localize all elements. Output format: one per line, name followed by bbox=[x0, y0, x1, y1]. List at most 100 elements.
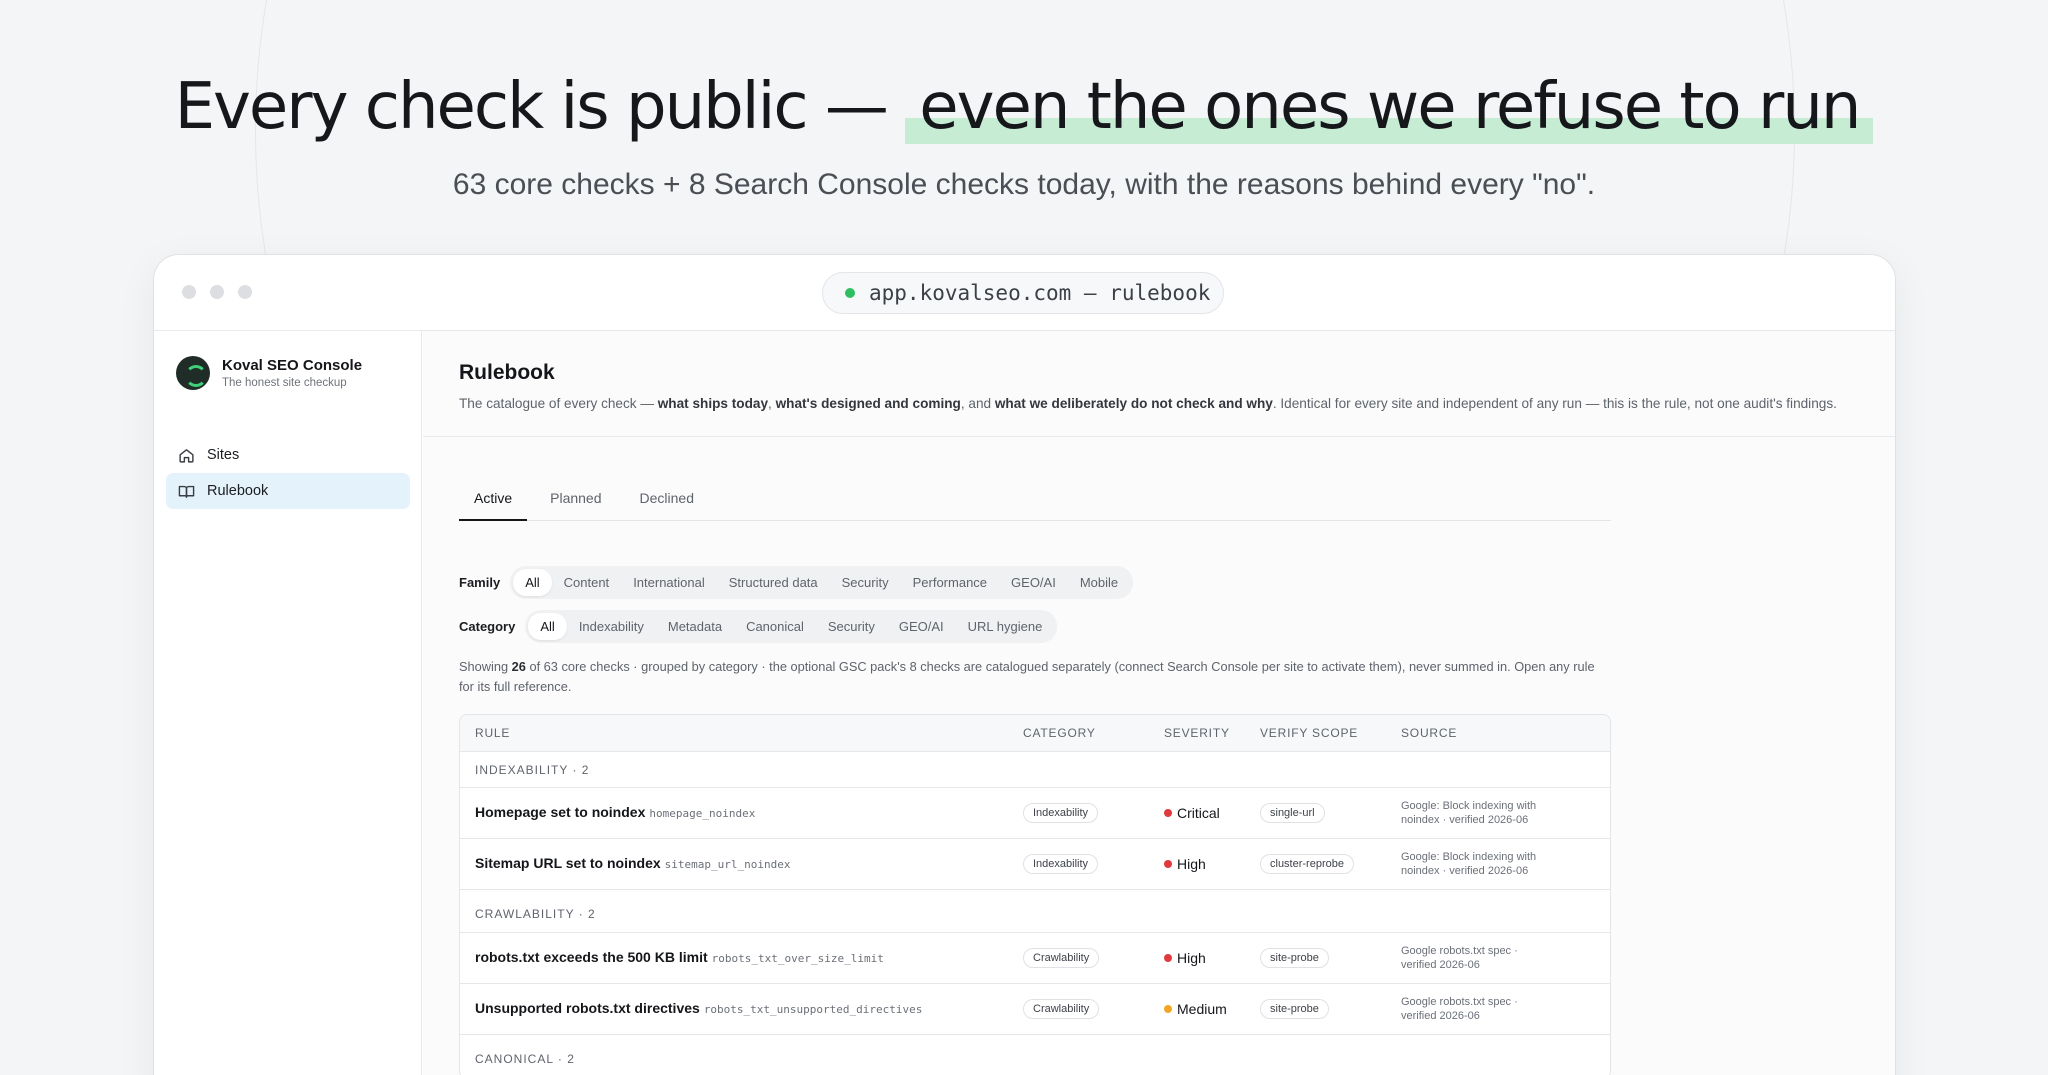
severity-label: Critical bbox=[1177, 805, 1220, 821]
family-chip-content[interactable]: Content bbox=[552, 569, 622, 596]
category-pill: Indexability bbox=[1023, 803, 1099, 823]
category-chip-all[interactable]: All bbox=[528, 613, 567, 640]
table-row[interactable]: robots.txt exceeds the 500 KB limit robot… bbox=[460, 933, 1610, 984]
category-chip-geo-ai[interactable]: GEO/AI bbox=[887, 613, 956, 640]
desc-bold: what we deliberately do not check and wh… bbox=[994, 396, 1273, 411]
hero-title-plain: Every check is public — bbox=[174, 70, 906, 144]
connection-status-icon bbox=[845, 288, 855, 298]
source-line: noindex · verified 2026-06 bbox=[1401, 865, 1529, 877]
sidebar-item-sites[interactable]: Sites bbox=[166, 437, 410, 473]
family-chip-structured-data[interactable]: Structured data bbox=[717, 569, 830, 596]
rule-name[interactable]: Unsupported robots.txt directives bbox=[475, 1000, 700, 1016]
category-filter: Category All Indexability Metadata Canon… bbox=[459, 610, 1058, 643]
category-pill: Indexability bbox=[1023, 854, 1099, 874]
brand-name: Koval SEO Console bbox=[222, 357, 363, 374]
tab-declined[interactable]: Declined bbox=[625, 483, 709, 521]
tab-planned[interactable]: Planned bbox=[535, 483, 616, 521]
results-summary: Showing 26 of 63 core checks · grouped b… bbox=[459, 657, 1611, 697]
table-row[interactable]: Sitemap URL set to noindex sitemap_url_no… bbox=[460, 839, 1610, 890]
desc-text: , and bbox=[960, 396, 995, 411]
family-chip-performance[interactable]: Performance bbox=[901, 569, 999, 596]
hero-title-highlight: even the ones we refuse to run bbox=[905, 70, 1874, 144]
sidebar-nav: Sites Rulebook bbox=[166, 437, 410, 509]
col-header-severity[interactable]: SEVERITY bbox=[1164, 726, 1260, 740]
rule-id: homepage_noindex bbox=[649, 807, 756, 820]
table-row[interactable]: Homepage set to noindex homepage_noindex … bbox=[460, 788, 1610, 839]
source-line: Google robots.txt spec · bbox=[1401, 945, 1518, 957]
severity-high-icon bbox=[1164, 860, 1172, 868]
family-chips: All Content International Structured dat… bbox=[510, 566, 1134, 599]
sidebar: Koval SEO Console The honest site checku… bbox=[154, 331, 422, 1075]
minimize-dot[interactable] bbox=[210, 285, 224, 299]
severity: High bbox=[1164, 856, 1260, 872]
hero-title: Every check is public — even the ones we… bbox=[0, 70, 2048, 144]
source-text: Google robots.txt spec · verified 2026-06 bbox=[1401, 995, 1591, 1023]
brand-tagline: The honest site checkup bbox=[222, 377, 347, 389]
page-header: Rulebook The catalogue of every check — … bbox=[423, 331, 1895, 437]
family-chip-security[interactable]: Security bbox=[830, 569, 901, 596]
summary-text: Showing bbox=[459, 659, 512, 674]
page-description: The catalogue of every check — what ship… bbox=[459, 393, 1859, 414]
book-icon bbox=[178, 485, 195, 498]
category-pill: Crawlability bbox=[1023, 948, 1100, 968]
category-chip-metadata[interactable]: Metadata bbox=[656, 613, 734, 640]
severity: Medium bbox=[1164, 1001, 1260, 1017]
page-title: Rulebook bbox=[459, 361, 555, 384]
close-dot[interactable] bbox=[182, 285, 196, 299]
family-filter-label: Family bbox=[459, 575, 501, 590]
col-header-source[interactable]: SOURCE bbox=[1401, 726, 1591, 740]
rule-name[interactable]: Homepage set to noindex bbox=[475, 804, 645, 820]
table-row[interactable]: Unsupported robots.txt directives robots_… bbox=[460, 984, 1610, 1035]
family-chip-mobile[interactable]: Mobile bbox=[1068, 569, 1130, 596]
desc-text: , bbox=[768, 396, 776, 411]
source-text: Google robots.txt spec · verified 2026-06 bbox=[1401, 944, 1591, 972]
rule-name[interactable]: robots.txt exceeds the 500 KB limit bbox=[475, 949, 708, 965]
family-chip-geo-ai[interactable]: GEO/AI bbox=[999, 569, 1068, 596]
app-window: app.kovalseo.com — rulebook Koval SEO Co… bbox=[153, 254, 1896, 1075]
url-bar[interactable]: app.kovalseo.com — rulebook bbox=[822, 272, 1224, 314]
source-line: Google robots.txt spec · bbox=[1401, 996, 1518, 1008]
col-header-category[interactable]: CATEGORY bbox=[1023, 726, 1164, 740]
main-content: Rulebook The catalogue of every check — … bbox=[423, 331, 1895, 1075]
source-line: verified 2026-06 bbox=[1401, 959, 1480, 971]
summary-count: 26 bbox=[511, 659, 526, 674]
desc-bold: what ships today bbox=[657, 396, 769, 411]
severity-label: High bbox=[1177, 856, 1206, 872]
rule-name[interactable]: Sitemap URL set to noindex bbox=[475, 855, 661, 871]
source-text: Google: Block indexing with noindex · ver… bbox=[1401, 799, 1591, 827]
brand[interactable]: Koval SEO Console The honest site checku… bbox=[176, 356, 362, 390]
severity: Critical bbox=[1164, 805, 1260, 821]
logo-icon bbox=[176, 356, 210, 390]
severity-critical-icon bbox=[1164, 809, 1172, 817]
desc-bold: what's designed and coming bbox=[775, 396, 961, 411]
family-chip-international[interactable]: International bbox=[621, 569, 717, 596]
rulebook-tabs: Active Planned Declined bbox=[459, 483, 1611, 521]
category-chip-url-hygiene[interactable]: URL hygiene bbox=[956, 613, 1055, 640]
sidebar-item-label: Rulebook bbox=[207, 483, 269, 499]
source-text: Google: Block indexing with noindex · ver… bbox=[1401, 850, 1591, 878]
severity-label: High bbox=[1177, 950, 1206, 966]
category-chip-canonical[interactable]: Canonical bbox=[734, 613, 816, 640]
scope-pill: cluster-reprobe bbox=[1260, 854, 1354, 874]
col-header-verify-scope[interactable]: VERIFY SCOPE bbox=[1260, 726, 1401, 740]
severity-label: Medium bbox=[1177, 1001, 1227, 1017]
maximize-dot[interactable] bbox=[238, 285, 252, 299]
hero-subtitle: 63 core checks + 8 Search Console checks… bbox=[452, 168, 1596, 201]
sidebar-item-rulebook[interactable]: Rulebook bbox=[166, 473, 410, 509]
scope-pill: single-url bbox=[1260, 803, 1325, 823]
category-chip-indexability[interactable]: Indexability bbox=[567, 613, 656, 640]
family-chip-all[interactable]: All bbox=[513, 569, 552, 596]
rule-id: robots_txt_over_size_limit bbox=[711, 952, 884, 965]
sidebar-item-label: Sites bbox=[207, 447, 240, 463]
rule-id: sitemap_url_noindex bbox=[664, 858, 791, 871]
category-chips: All Indexability Metadata Canonical Secu… bbox=[525, 610, 1058, 643]
tab-active[interactable]: Active bbox=[459, 483, 528, 521]
category-pill: Crawlability bbox=[1023, 999, 1100, 1019]
col-header-rule[interactable]: RULE bbox=[460, 726, 1023, 740]
summary-text: of 63 core checks · grouped by category … bbox=[459, 659, 1595, 694]
desc-text: The catalogue of every check — bbox=[459, 396, 658, 411]
severity-high-icon bbox=[1164, 954, 1172, 962]
source-line: Google: Block indexing with bbox=[1401, 800, 1537, 812]
scope-pill: site-probe bbox=[1260, 999, 1329, 1019]
category-chip-security[interactable]: Security bbox=[816, 613, 887, 640]
